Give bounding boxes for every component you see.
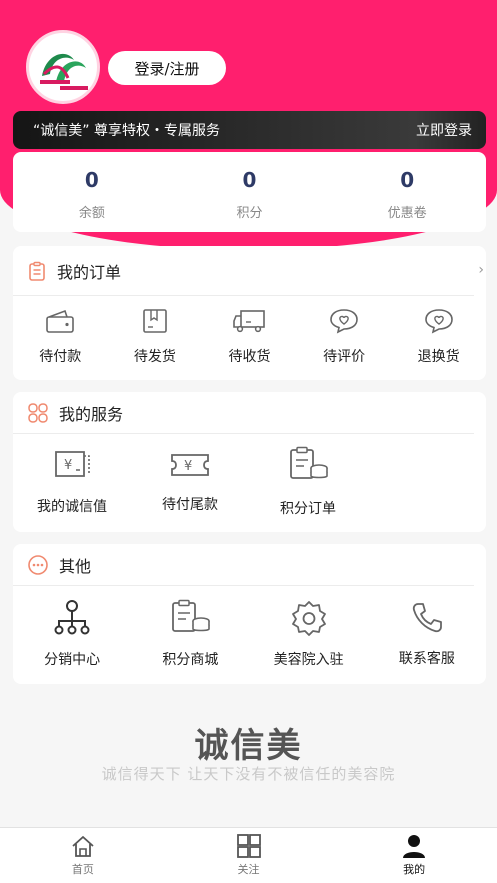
truck-icon xyxy=(233,310,266,333)
other-points-mall[interactable]: 积分商城 xyxy=(131,586,249,682)
wallet-icon xyxy=(46,309,75,333)
service-label: 我的诚信值 xyxy=(37,499,107,515)
account-stats: 0 余额 0 积分 0 优惠卷 xyxy=(13,152,486,232)
stat-label: 积分 xyxy=(236,205,263,221)
chevron-right-icon[interactable]: › xyxy=(478,262,484,278)
vip-banner[interactable]: “诚信美” 尊享特权・专属服务 立即登录 xyxy=(13,111,486,149)
credit-receipt-icon: ¥ xyxy=(55,451,90,477)
user-icon xyxy=(403,835,426,858)
phone-icon xyxy=(412,603,442,633)
network-icon xyxy=(54,600,90,635)
services-header: 我的服务 xyxy=(13,392,474,434)
heart-chat-icon xyxy=(424,309,453,334)
vip-banner-text: “诚信美” 尊享特权・专属服务 xyxy=(33,123,220,139)
other-card: 其他 分销中心 积分商城 美容院入驻 联系客服 xyxy=(13,544,486,684)
points-list-icon xyxy=(290,446,328,479)
vip-login-link[interactable]: 立即登录 xyxy=(416,120,472,140)
order-item-label: 待付款 xyxy=(39,349,82,365)
order-item-label: 退换货 xyxy=(417,349,460,365)
other-distribution-center[interactable]: 分销中心 xyxy=(13,586,131,682)
services-title: 我的服务 xyxy=(59,404,124,424)
other-title: 其他 xyxy=(59,556,92,576)
grid-icon xyxy=(236,834,261,858)
stat-label: 余额 xyxy=(78,205,105,221)
login-register-button[interactable]: 登录/注册 xyxy=(108,51,226,85)
order-item-label: 待发货 xyxy=(133,349,176,365)
brand-logo-icon xyxy=(40,53,88,90)
service-points-orders[interactable]: 积分订单 xyxy=(249,434,367,530)
order-pending-review[interactable]: 待评价 xyxy=(297,296,392,378)
order-returns[interactable]: 退换货 xyxy=(391,296,486,378)
svg-text:¥: ¥ xyxy=(64,458,72,473)
other-item-label: 积分商城 xyxy=(162,652,219,668)
tab-label: 首页 xyxy=(71,863,94,876)
gear-icon xyxy=(291,601,326,636)
more-chat-icon xyxy=(28,554,48,575)
footer-brand-logo: 诚信美 xyxy=(0,718,497,767)
services-icon xyxy=(28,402,48,423)
bottom-tab-bar: 首页 关注 我的 xyxy=(0,827,497,883)
stat-balance[interactable]: 0 余额 xyxy=(13,152,171,232)
other-customer-service[interactable]: 联系客服 xyxy=(368,586,486,682)
footer-slogan: 诚信得天下 让天下没有不被信任的美容院 xyxy=(101,765,396,783)
service-balance-due[interactable]: ¥ 待付尾款 xyxy=(131,434,249,530)
stat-value: 0 xyxy=(84,167,99,192)
tab-label: 关注 xyxy=(237,863,260,876)
stat-value: 0 xyxy=(400,167,415,192)
other-item-label: 美容院入驻 xyxy=(273,652,344,668)
order-pending-shipment[interactable]: 待发货 xyxy=(108,296,203,378)
ticket-icon: ¥ xyxy=(171,454,209,476)
tab-label: 我的 xyxy=(403,863,426,876)
stat-label: 优惠卷 xyxy=(387,205,427,221)
login-register-label: 登录/注册 xyxy=(134,59,200,78)
other-item-label: 分销中心 xyxy=(44,652,101,668)
service-credit-value[interactable]: ¥ 我的诚信值 xyxy=(13,434,131,530)
points-list-icon xyxy=(172,599,211,632)
stat-points[interactable]: 0 积分 xyxy=(171,152,329,232)
order-status-row: 待付款 待发货 待收货 待评价 退换货 xyxy=(13,296,486,378)
heart-chat-icon xyxy=(330,309,358,334)
tab-follow[interactable]: 关注 xyxy=(166,828,332,883)
tab-mine[interactable]: 我的 xyxy=(331,828,497,883)
orders-header[interactable]: 我的订单 › xyxy=(13,246,484,296)
other-salon-join[interactable]: 美容院入驻 xyxy=(250,586,368,682)
other-header: 其他 xyxy=(13,544,474,586)
orders-title: 我的订单 xyxy=(57,262,122,282)
footer-logo-text: 诚信美 xyxy=(194,726,303,766)
box-icon xyxy=(143,309,167,333)
order-pending-payment[interactable]: 待付款 xyxy=(13,296,108,378)
other-row: 分销中心 积分商城 美容院入驻 联系客服 xyxy=(13,586,486,682)
app-logo[interactable] xyxy=(26,30,100,104)
service-label: 积分订单 xyxy=(280,501,336,517)
services-row: ¥ 我的诚信值 ¥ 待付尾款 积分订单 xyxy=(13,434,486,530)
svg-text:¥: ¥ xyxy=(184,459,192,474)
other-item-label: 联系客服 xyxy=(398,651,455,667)
order-pending-receipt[interactable]: 待收货 xyxy=(202,296,297,378)
service-label: 待付尾款 xyxy=(162,497,218,513)
services-card: 我的服务 ¥ 我的诚信值 ¥ 待付尾款 积分订单 xyxy=(13,392,486,532)
order-item-label: 待收货 xyxy=(228,349,271,365)
stat-value: 0 xyxy=(242,167,257,192)
stat-coupons[interactable]: 0 优惠卷 xyxy=(328,152,486,232)
orders-card: 我的订单 › 待付款 待发货 待收货 待评价 退换货 xyxy=(13,246,486,380)
order-item-label: 待评价 xyxy=(323,349,366,365)
tab-home[interactable]: 首页 xyxy=(0,828,166,883)
clipboard-icon xyxy=(29,261,45,281)
home-icon xyxy=(72,836,94,857)
